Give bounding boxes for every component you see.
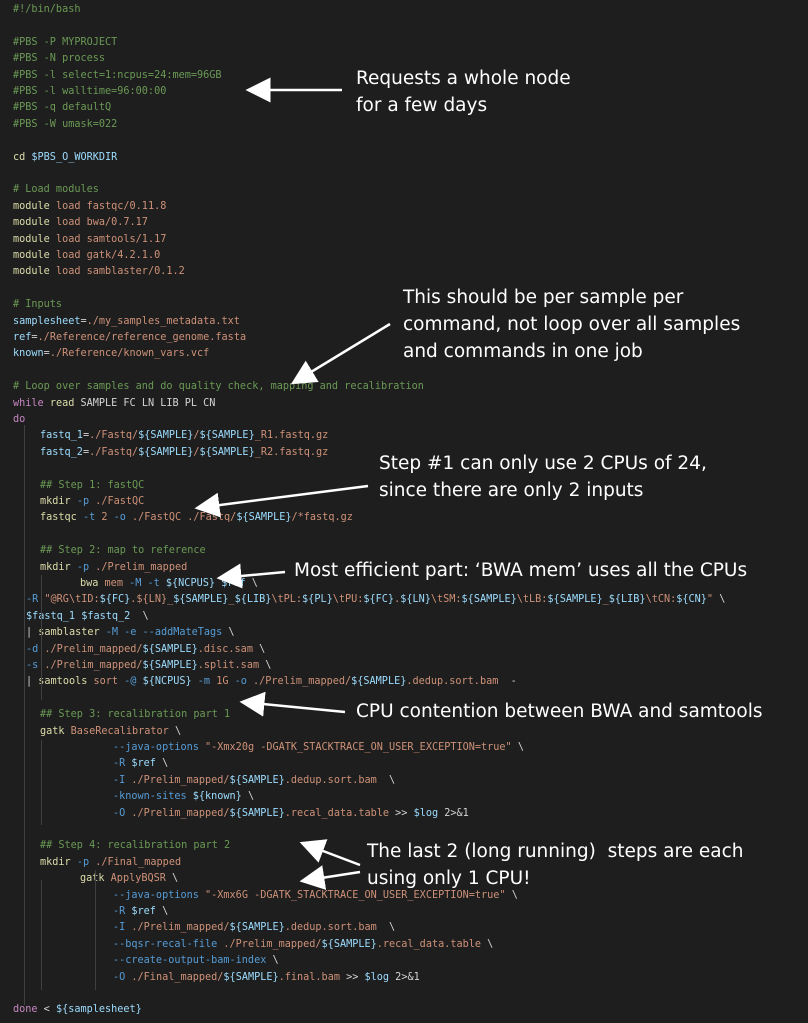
arrow-per-sample — [290, 322, 391, 385]
arrow-bwa — [216, 563, 286, 589]
arrow-cpu-contention — [239, 691, 346, 717]
arrow-last-two-b — [299, 865, 361, 890]
arrow-last-two-a — [299, 839, 361, 867]
arrow-step1 — [194, 484, 369, 518]
annotation-arrows — [194, 77, 391, 890]
